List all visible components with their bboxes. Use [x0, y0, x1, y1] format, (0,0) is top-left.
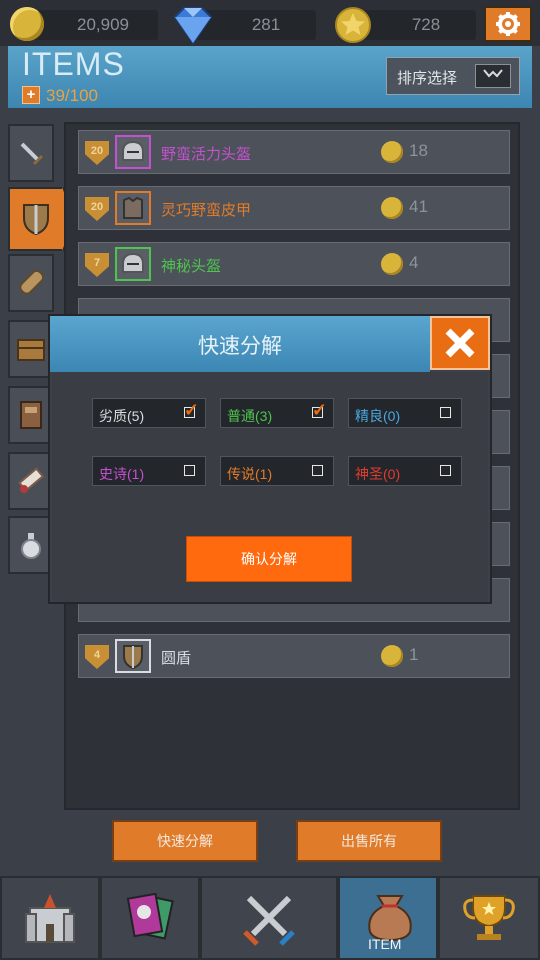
confirm-decompose-button[interactable]: 确认分解	[186, 536, 352, 582]
cards-icon	[126, 892, 174, 940]
rarity-checkbox-common[interactable]: 普通(3) ✓	[220, 398, 334, 428]
nav-item[interactable]: ITEM	[338, 876, 438, 960]
plus-icon[interactable]: +	[22, 86, 40, 104]
helmet-icon	[115, 135, 151, 169]
list-item[interactable]: 20 灵巧野蛮皮甲 41	[78, 186, 510, 230]
item-name: 圆盾	[161, 650, 192, 667]
crate-icon	[17, 339, 45, 361]
level-badge: 20	[85, 141, 109, 165]
item-name: 野蛮活力头盔	[161, 146, 252, 163]
close-icon	[445, 328, 475, 358]
dialog-title: 快速分解	[198, 335, 282, 358]
gold-amount: 20,909	[77, 15, 129, 34]
sword-icon	[20, 142, 44, 166]
list-item[interactable]: 7 神秘头盔 4	[78, 242, 510, 286]
nav-trophy[interactable]	[438, 876, 540, 960]
checkbox-box	[184, 465, 195, 476]
rarity-checkbox-poor[interactable]: 劣质(5) ✓	[92, 398, 206, 428]
list-item[interactable]: 20 野蛮活力头盔 18	[78, 130, 510, 174]
tab-materials[interactable]	[8, 254, 54, 312]
gold-box: 20,909	[28, 10, 158, 40]
page-header: ITEMS + 39/100 排序选择	[8, 46, 532, 108]
rarity-checkbox-epic[interactable]: 史诗(1)	[92, 456, 206, 486]
log-icon	[19, 269, 45, 295]
helmet-icon	[115, 247, 151, 281]
tab-armor[interactable]	[8, 187, 64, 251]
tab-weapons[interactable]	[8, 124, 54, 182]
star-medal-icon	[335, 7, 371, 43]
level-badge: 20	[85, 197, 109, 221]
checkbox-label: 普通(3)	[227, 408, 273, 424]
medal-box: 728	[356, 10, 476, 40]
currency-bar: 20,909 281 728	[0, 0, 540, 46]
quick-decompose-button[interactable]: 快速分解	[112, 820, 258, 862]
gear-icon	[496, 12, 520, 36]
rarity-checkbox-divine[interactable]: 神圣(0)	[348, 456, 462, 486]
close-button[interactable]	[430, 316, 490, 370]
book-icon	[20, 401, 42, 429]
checkmark-icon: ✓	[311, 400, 327, 420]
checkmark-icon: ✓	[183, 400, 199, 420]
level-badge: 4	[85, 645, 109, 669]
nav-battle[interactable]	[200, 876, 338, 960]
checkbox-label: 史诗(1)	[99, 466, 145, 482]
checkbox-box	[440, 407, 451, 418]
rarity-checkbox-legendary[interactable]: 传说(1)	[220, 456, 334, 486]
gem-box: 281	[196, 10, 316, 40]
checkbox-label: 传说(1)	[227, 466, 273, 482]
gold-coin-icon	[10, 7, 44, 41]
shield-icon	[23, 204, 49, 236]
sort-label: 排序选择	[397, 70, 458, 87]
page-title: ITEMS	[22, 46, 125, 82]
nav-item-label: ITEM	[368, 936, 402, 952]
item-price: 4	[409, 253, 419, 272]
item-name: 神秘头盔	[161, 258, 222, 275]
item-name: 灵巧野蛮皮甲	[161, 202, 252, 219]
checkbox-box	[312, 465, 323, 476]
diamond-icon	[173, 7, 213, 45]
trophy-icon	[463, 895, 515, 940]
settings-button[interactable]	[484, 6, 532, 42]
nav-cards[interactable]	[100, 876, 200, 960]
round-shield-icon	[115, 639, 151, 673]
chevron-down-icon	[475, 64, 511, 88]
item-price: 41	[409, 197, 428, 216]
nav-castle[interactable]	[0, 876, 100, 960]
checkbox-box	[440, 465, 451, 476]
potion-icon	[21, 533, 41, 559]
crossed-swords-icon	[243, 895, 295, 946]
checkbox-label: 神圣(0)	[355, 466, 401, 482]
item-price: 18	[409, 141, 428, 160]
dialog-header: 快速分解	[50, 316, 430, 372]
level-badge: 7	[85, 253, 109, 277]
item-price: 1	[409, 645, 419, 664]
gem-amount: 281	[251, 15, 281, 34]
armor-icon	[115, 191, 151, 225]
checkbox-label: 精良(0)	[355, 408, 401, 424]
inventory-capacity: 39/100	[46, 86, 98, 105]
list-item[interactable]: 4 圆盾 1	[78, 634, 510, 678]
sort-button[interactable]: 排序选择	[386, 57, 520, 95]
coin-icon	[381, 141, 403, 163]
medal-amount: 728	[411, 15, 441, 34]
coin-icon	[381, 197, 403, 219]
sell-all-button[interactable]: 出售所有	[296, 820, 442, 862]
rarity-checkbox-fine[interactable]: 精良(0)	[348, 398, 462, 428]
loot-bag-icon	[368, 895, 412, 942]
coin-icon	[381, 253, 403, 275]
coin-icon	[381, 645, 403, 667]
castle-icon	[25, 894, 75, 943]
checkbox-label: 劣质(5)	[99, 408, 145, 424]
scroll-icon	[18, 467, 45, 493]
